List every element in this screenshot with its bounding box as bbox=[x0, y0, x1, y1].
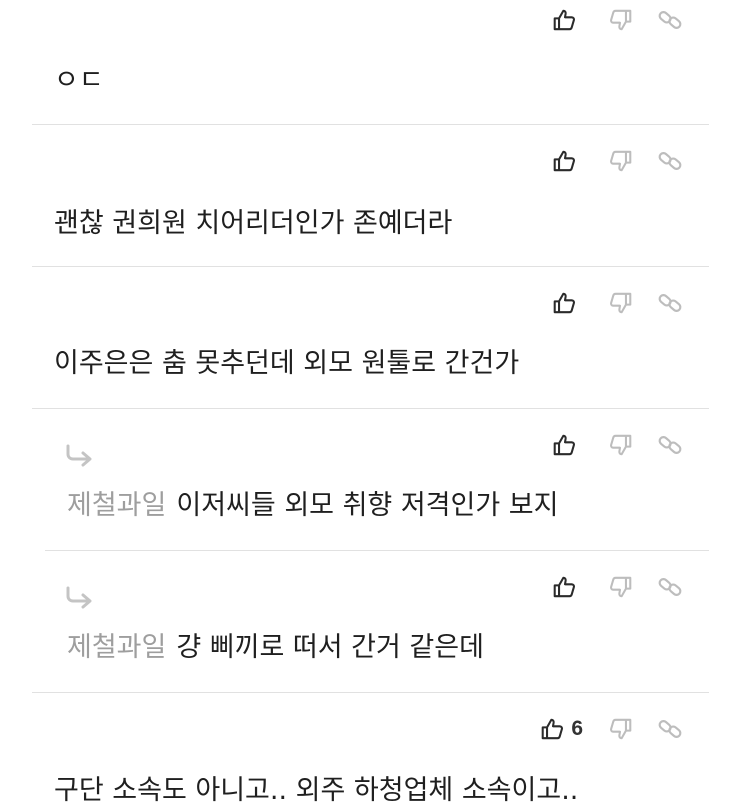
comment-actions bbox=[528, 431, 683, 459]
link-icon bbox=[657, 7, 683, 33]
comment-text: 이주은은 춤 못추던데 외모 원툴로 간건가 bbox=[54, 348, 520, 379]
link-icon bbox=[657, 290, 683, 316]
link-icon bbox=[657, 574, 683, 600]
share-link-button[interactable] bbox=[657, 574, 683, 600]
thumbs-down-icon bbox=[607, 7, 633, 33]
like-button[interactable] bbox=[552, 7, 583, 33]
reply-text: 걍 삐끼로 떠서 간거 같은데 bbox=[176, 632, 484, 663]
dislike-button[interactable] bbox=[607, 432, 633, 458]
comment-item: 괜찮 권희원 치어리더인가 존예더라 bbox=[32, 125, 709, 266]
like-button[interactable] bbox=[552, 432, 583, 458]
link-icon bbox=[657, 432, 683, 458]
mention-nickname[interactable]: 제철과일 bbox=[67, 632, 166, 663]
thumbs-up-icon bbox=[552, 148, 578, 174]
mention-nickname[interactable]: 제철과일 bbox=[67, 490, 166, 521]
comment-actions bbox=[528, 147, 683, 175]
share-link-button[interactable] bbox=[657, 432, 683, 458]
thumbs-up-icon bbox=[540, 716, 566, 742]
dislike-button[interactable] bbox=[607, 290, 633, 316]
comment-text: ㅇㄷ bbox=[54, 65, 104, 96]
share-link-button[interactable] bbox=[657, 7, 683, 33]
thumbs-down-icon bbox=[607, 574, 633, 600]
thumbs-up-icon bbox=[552, 432, 578, 458]
thumbs-down-icon bbox=[607, 148, 633, 174]
reply-item: 제철과일 이저씨들 외모 취향 저격인가 보지 bbox=[45, 409, 709, 550]
share-link-button[interactable] bbox=[657, 290, 683, 316]
comment-text: 괜찮 권희원 치어리더인가 존예더라 bbox=[54, 208, 453, 239]
dislike-button[interactable] bbox=[607, 574, 633, 600]
link-icon bbox=[657, 148, 683, 174]
like-button[interactable] bbox=[552, 290, 583, 316]
thumbs-down-icon bbox=[607, 432, 633, 458]
comment-actions bbox=[528, 289, 683, 317]
comment-actions: 6 bbox=[516, 715, 683, 743]
share-link-button[interactable] bbox=[657, 148, 683, 174]
link-icon bbox=[657, 716, 683, 742]
reply-arrow-icon bbox=[65, 444, 95, 468]
comment-item: 6 구단 소속도 아니고.. 외주 하청업체 소속이고.. bbox=[32, 693, 709, 809]
like-button[interactable] bbox=[552, 148, 583, 174]
comment-text: 구단 소속도 아니고.. 외주 하청업체 소속이고.. bbox=[54, 775, 579, 806]
comment-actions bbox=[528, 573, 683, 601]
like-count: 6 bbox=[571, 717, 583, 740]
reply-text-line: 제철과일 걍 삐끼로 떠서 간거 같은데 bbox=[67, 631, 484, 665]
reply-text: 이저씨들 외모 취향 저격인가 보지 bbox=[176, 490, 559, 521]
reply-arrow-icon bbox=[65, 586, 95, 610]
share-link-button[interactable] bbox=[657, 716, 683, 742]
dislike-button[interactable] bbox=[607, 716, 633, 742]
thumbs-up-icon bbox=[552, 7, 578, 33]
thumbs-down-icon bbox=[607, 716, 633, 742]
reply-item: 제철과일 걍 삐끼로 떠서 간거 같은데 bbox=[45, 551, 709, 692]
dislike-button[interactable] bbox=[607, 148, 633, 174]
thumbs-up-icon bbox=[552, 574, 578, 600]
like-button[interactable] bbox=[552, 574, 583, 600]
thumbs-down-icon bbox=[607, 290, 633, 316]
like-button[interactable]: 6 bbox=[540, 716, 583, 742]
comment-actions bbox=[528, 6, 683, 34]
reply-text-line: 제철과일 이저씨들 외모 취향 저격인가 보지 bbox=[67, 489, 558, 523]
dislike-button[interactable] bbox=[607, 7, 633, 33]
comment-item: ㅇㄷ bbox=[32, 0, 709, 124]
comment-item: 이주은은 춤 못추던데 외모 원툴로 간건가 bbox=[32, 267, 709, 408]
thumbs-up-icon bbox=[552, 290, 578, 316]
